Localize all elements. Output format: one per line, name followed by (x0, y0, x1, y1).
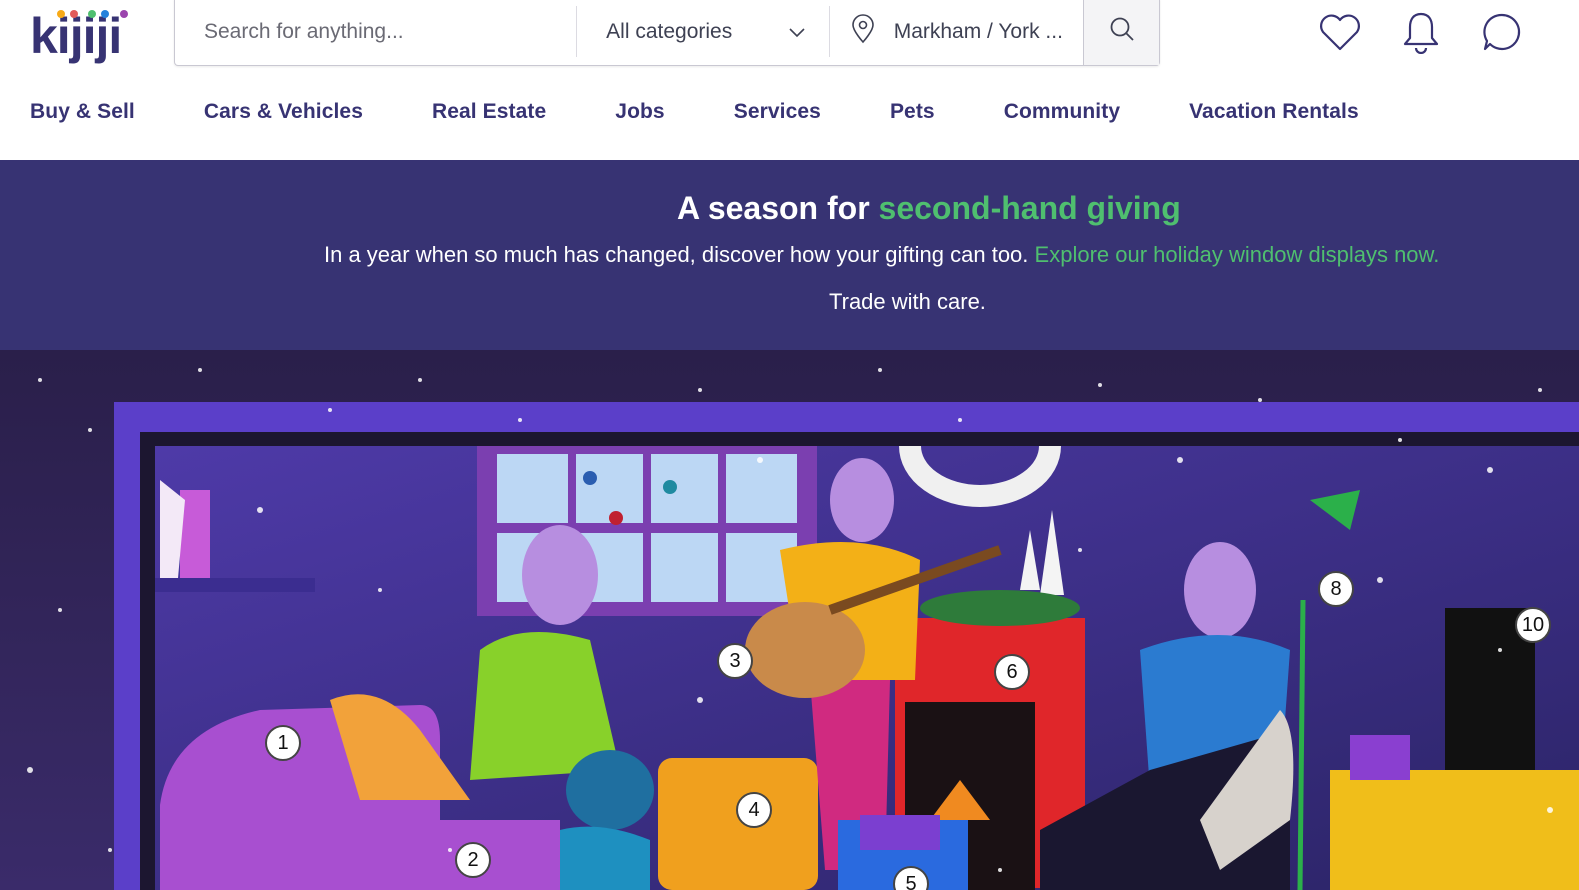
search-bar: All categories Markham / York ... (174, 0, 1160, 66)
hotspot-marker[interactable]: 1 (265, 725, 301, 761)
banner-subtitle: In a year when so much has changed, disc… (324, 242, 1439, 268)
hotspot-marker[interactable]: 3 (717, 643, 753, 679)
nav-item-real-estate[interactable]: Real Estate (432, 100, 546, 124)
nav-item-jobs[interactable]: Jobs (615, 100, 664, 124)
location-select-label: Markham / York ... (893, 19, 1063, 43)
chevron-down-icon (789, 20, 805, 44)
hotspot-marker[interactable]: 10 (1515, 607, 1551, 643)
hotspot-marker[interactable]: 2 (455, 842, 491, 878)
location-pin-icon (850, 13, 876, 50)
holiday-banner: A season for second-hand giving In a yea… (0, 160, 1579, 350)
category-select-label: All categories (606, 19, 733, 43)
category-select[interactable]: All categories (577, 0, 829, 65)
nav-item-services[interactable]: Services (734, 100, 821, 124)
banner-tagline: Trade with care. (829, 289, 986, 314)
banner-title: A season for second-hand giving (677, 190, 1181, 227)
site-header: kijiji kijiji All categories Markham / Y… (0, 0, 1579, 160)
category-nav: Buy & Sell Cars & Vehicles Real Estate J… (30, 100, 1428, 124)
nav-item-vacation-rentals[interactable]: Vacation Rentals (1189, 100, 1359, 124)
hotspot-marker[interactable]: 8 (1318, 571, 1354, 607)
hotspot-marker[interactable]: 4 (736, 792, 772, 828)
holiday-window-display: 1 2 3 4 5 6 8 10 (0, 350, 1579, 890)
nav-item-community[interactable]: Community (1004, 100, 1120, 124)
banner-subtitle-text: In a year when so much has changed, disc… (324, 242, 1029, 267)
hotspot-marker[interactable]: 6 (994, 654, 1030, 690)
banner-title-prefix: A season for (677, 190, 870, 226)
nav-item-cars-vehicles[interactable]: Cars & Vehicles (204, 100, 363, 124)
search-button[interactable] (1083, 0, 1159, 65)
nav-item-pets[interactable]: Pets (890, 100, 935, 124)
banner-title-highlight: second-hand giving (878, 190, 1181, 226)
heart-icon[interactable] (1318, 10, 1362, 54)
chat-icon[interactable] (1480, 10, 1524, 54)
bell-icon[interactable] (1399, 10, 1443, 54)
search-input[interactable] (175, 0, 577, 65)
window-display-illustration (0, 350, 1579, 890)
search-icon (1109, 16, 1135, 47)
kijiji-logo[interactable]: kijiji kijiji (30, 2, 136, 64)
header-icons (1318, 10, 1524, 54)
nav-item-buy-sell[interactable]: Buy & Sell (30, 100, 135, 124)
location-select[interactable]: Markham / York ... (830, 0, 1083, 65)
explore-displays-link[interactable]: Explore our holiday window displays now. (1035, 242, 1440, 267)
